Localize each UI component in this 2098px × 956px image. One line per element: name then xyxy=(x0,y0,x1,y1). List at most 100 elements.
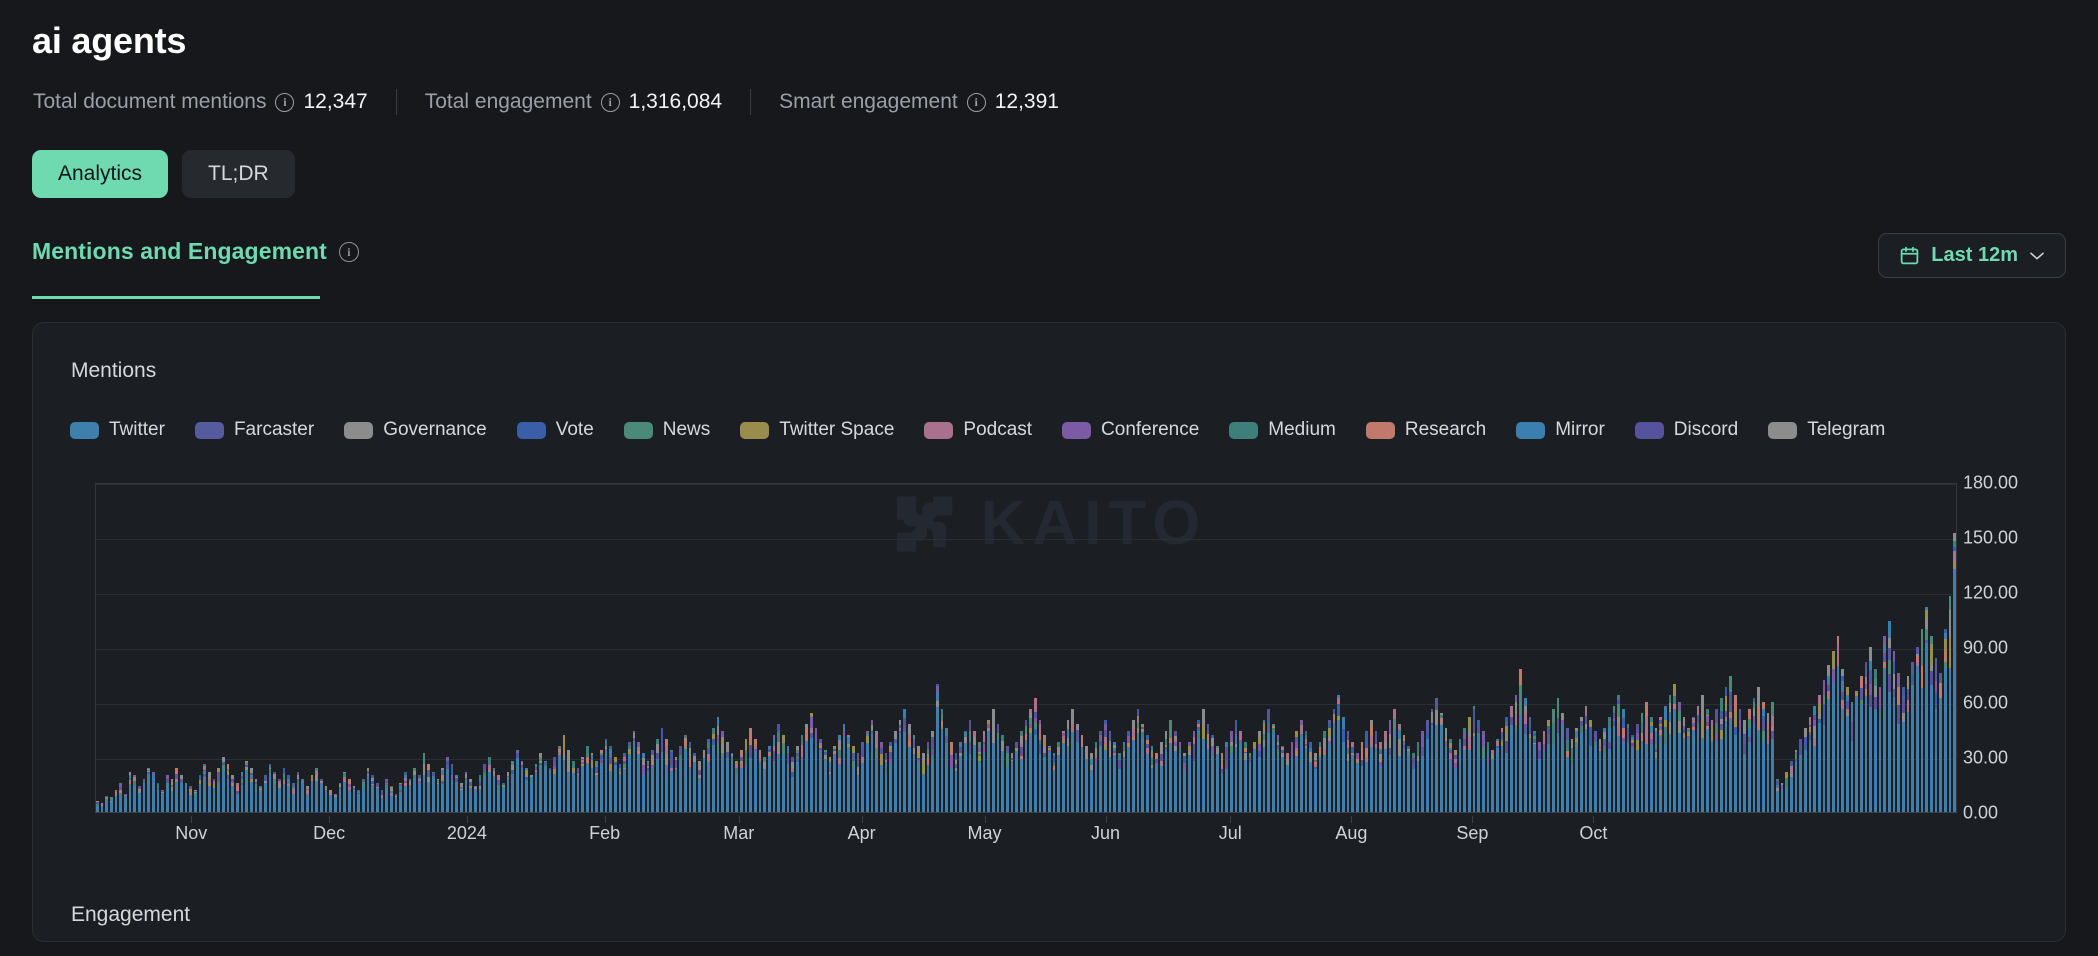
bar[interactable] xyxy=(1907,676,1910,812)
bar[interactable] xyxy=(404,772,407,812)
bar[interactable] xyxy=(1585,706,1588,812)
bar[interactable] xyxy=(1706,709,1709,812)
bar[interactable] xyxy=(1333,709,1336,812)
legend-item[interactable]: Conference xyxy=(1062,419,1199,441)
bar[interactable] xyxy=(544,761,547,812)
bar[interactable] xyxy=(1155,753,1158,812)
bar[interactable] xyxy=(936,684,939,812)
bar[interactable] xyxy=(1543,731,1546,812)
bar[interactable] xyxy=(357,790,360,812)
bar[interactable] xyxy=(1314,753,1317,812)
bar[interactable] xyxy=(525,768,528,812)
mentions-bar-chart[interactable] xyxy=(95,483,1957,813)
bar[interactable] xyxy=(885,753,888,812)
bar[interactable] xyxy=(637,742,640,812)
bar[interactable] xyxy=(124,794,127,812)
bar[interactable] xyxy=(1781,783,1784,812)
bar[interactable] xyxy=(1603,728,1606,812)
bar[interactable] xyxy=(1599,739,1602,812)
bar[interactable] xyxy=(1328,720,1331,812)
bar[interactable] xyxy=(1734,695,1737,812)
bar[interactable] xyxy=(609,746,612,812)
bar[interactable] xyxy=(1669,695,1672,812)
bar[interactable] xyxy=(1375,731,1378,812)
bar[interactable] xyxy=(987,720,990,812)
bar[interactable] xyxy=(1081,735,1084,812)
bar[interactable] xyxy=(1300,720,1303,812)
bar[interactable] xyxy=(1263,720,1266,812)
bar[interactable] xyxy=(679,746,682,812)
bar[interactable] xyxy=(1729,676,1732,812)
bar[interactable] xyxy=(1477,720,1480,812)
bar[interactable] xyxy=(1529,717,1532,812)
bar[interactable] xyxy=(1636,724,1639,812)
bar[interactable] xyxy=(1641,713,1644,812)
bar[interactable] xyxy=(703,750,706,812)
bar[interactable] xyxy=(451,764,454,812)
bar[interactable] xyxy=(866,731,869,812)
bar[interactable] xyxy=(572,761,575,812)
bar[interactable] xyxy=(1281,746,1284,812)
bar[interactable] xyxy=(367,768,370,812)
bar[interactable] xyxy=(1323,731,1326,812)
bar[interactable] xyxy=(1888,621,1891,812)
bar[interactable] xyxy=(1659,717,1662,812)
bar[interactable] xyxy=(1258,731,1261,812)
bar[interactable] xyxy=(292,783,295,812)
info-icon[interactable]: i xyxy=(967,93,986,112)
bar[interactable] xyxy=(418,775,421,812)
bar[interactable] xyxy=(432,772,435,812)
bar[interactable] xyxy=(497,775,500,812)
bar[interactable] xyxy=(245,761,248,812)
bar[interactable] xyxy=(301,779,304,812)
bar[interactable] xyxy=(1407,746,1410,812)
bar[interactable] xyxy=(1235,720,1238,812)
bar[interactable] xyxy=(1127,731,1130,812)
bar[interactable] xyxy=(819,739,822,812)
bar[interactable] xyxy=(1664,706,1667,812)
bar[interactable] xyxy=(1725,687,1728,812)
bar[interactable] xyxy=(1515,695,1518,812)
bar[interactable] xyxy=(787,746,790,812)
bar[interactable] xyxy=(731,753,734,812)
bar[interactable] xyxy=(1832,651,1835,812)
bar[interactable] xyxy=(1347,731,1350,812)
bar[interactable] xyxy=(217,768,220,812)
bar[interactable] xyxy=(236,783,239,812)
bar[interactable] xyxy=(1319,742,1322,812)
bar[interactable] xyxy=(1057,742,1060,812)
bar[interactable] xyxy=(1935,658,1938,812)
bar[interactable] xyxy=(1711,720,1714,812)
legend-item[interactable]: Research xyxy=(1366,419,1486,441)
bar[interactable] xyxy=(1813,706,1816,812)
bar[interactable] xyxy=(259,786,262,812)
bar[interactable] xyxy=(1342,717,1345,812)
bar[interactable] xyxy=(1809,717,1812,812)
bar[interactable] xyxy=(1487,742,1490,812)
bar[interactable] xyxy=(577,768,580,812)
bar[interactable] xyxy=(759,750,762,812)
bar[interactable] xyxy=(255,779,258,812)
bar[interactable] xyxy=(325,786,328,812)
bar[interactable] xyxy=(213,779,216,812)
bar[interactable] xyxy=(1389,720,1392,812)
bar[interactable] xyxy=(1883,636,1886,812)
bar[interactable] xyxy=(1547,720,1550,812)
bar[interactable] xyxy=(152,772,155,812)
bar[interactable] xyxy=(1911,662,1914,812)
bar[interactable] xyxy=(1879,687,1882,812)
legend-item[interactable]: News xyxy=(624,419,711,441)
bar[interactable] xyxy=(1053,753,1056,812)
bar[interactable] xyxy=(1650,717,1653,812)
bar[interactable] xyxy=(1398,724,1401,812)
bar[interactable] xyxy=(269,764,272,812)
bar[interactable] xyxy=(362,779,365,812)
bar[interactable] xyxy=(838,735,841,812)
bar[interactable] xyxy=(143,779,146,812)
bar[interactable] xyxy=(1071,709,1074,812)
bar[interactable] xyxy=(1421,731,1424,812)
bar[interactable] xyxy=(777,724,780,812)
bar[interactable] xyxy=(1370,720,1373,812)
legend-item[interactable]: Twitter Space xyxy=(740,419,894,441)
bar[interactable] xyxy=(180,775,183,812)
